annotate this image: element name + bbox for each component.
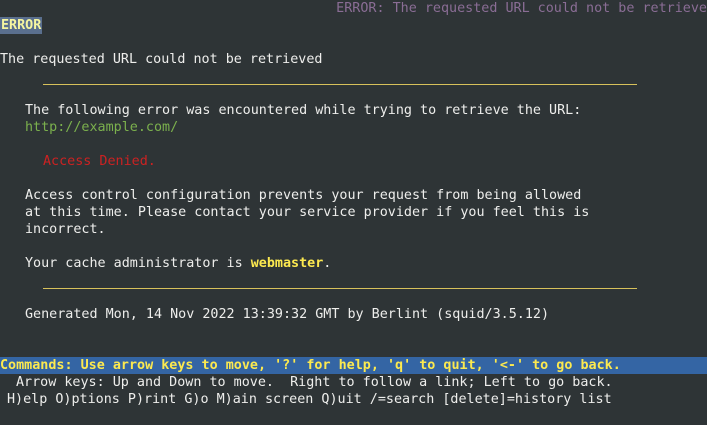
generated-footer: Generated Mon, 14 Nov 2022 13:39:32 GMT …	[25, 307, 550, 322]
requested-url-link[interactable]: http://example.com/	[25, 119, 178, 136]
error-tag: ERROR	[0, 17, 43, 34]
access-denied-message: Access Denied.	[43, 154, 156, 169]
explanation-line-2: at this time. Please contact your servic…	[25, 205, 590, 220]
admin-prefix: Your cache administrator is	[25, 256, 251, 271]
shortcut-keys-help: H)elp O)ptions P)rint G)o M)ain screen Q…	[7, 392, 612, 407]
admin-suffix: .	[323, 256, 332, 271]
error-intro: The following error was encountered whil…	[25, 103, 582, 118]
bottom-divider	[43, 288, 637, 289]
window-title: ERROR: The requested URL could not be re…	[336, 1, 707, 16]
page-heading: The requested URL could not be retrieved	[0, 52, 323, 67]
webmaster-link[interactable]: webmaster	[251, 256, 324, 271]
top-divider	[43, 84, 637, 85]
arrow-keys-help: Arrow keys: Up and Down to move. Right t…	[16, 375, 613, 390]
explanation-line-1: Access control configuration prevents yo…	[25, 188, 582, 203]
commands-help: Commands: Use arrow keys to move, '?' fo…	[0, 358, 621, 373]
explanation-line-3: incorrect.	[25, 222, 106, 237]
admin-line: Your cache administrator is webmaster.	[25, 255, 331, 272]
